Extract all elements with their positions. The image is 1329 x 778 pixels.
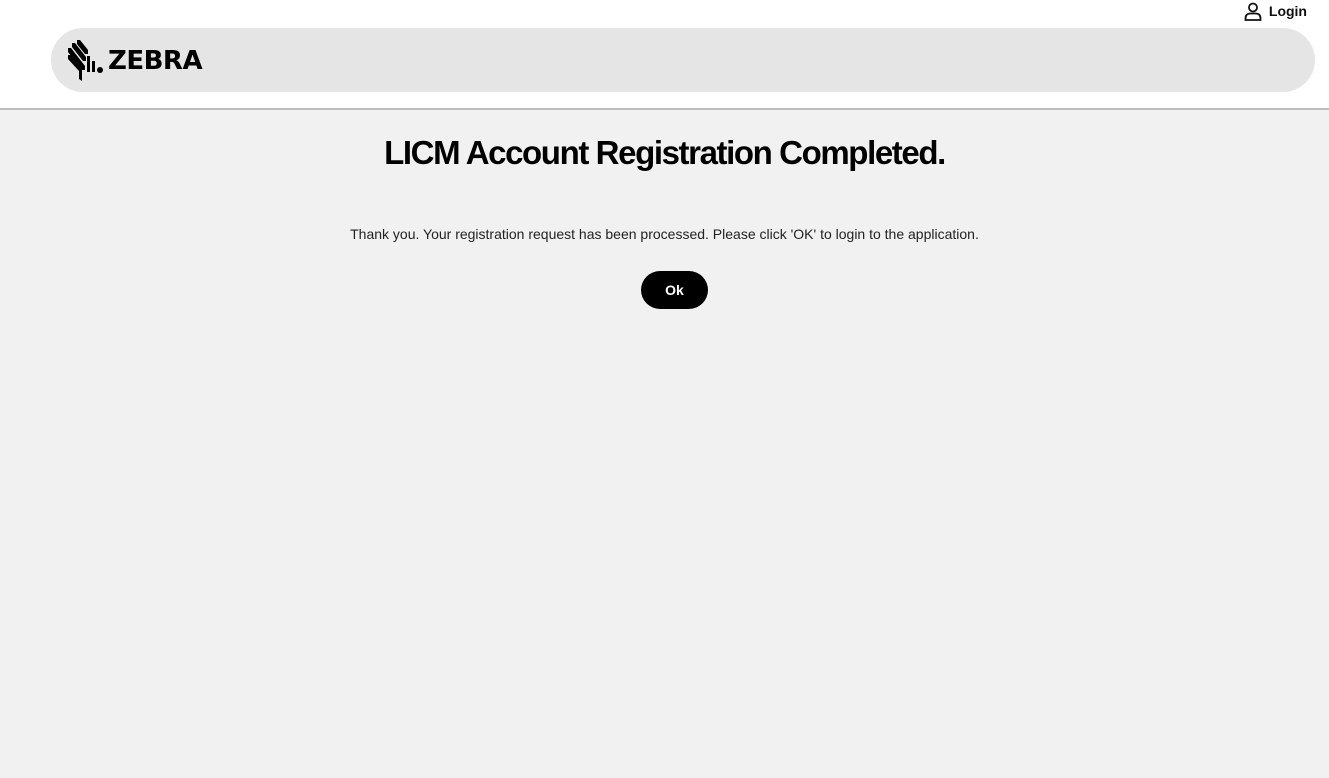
user-icon — [1243, 1, 1263, 21]
brand-name: ZEBRA — [108, 46, 203, 76]
header-bar: ZEBRA — [51, 28, 1315, 92]
ok-button[interactable]: Ok — [641, 271, 708, 309]
page-title: LICM Account Registration Completed. — [384, 134, 946, 171]
top-area: Login ZEBRA — [0, 0, 1329, 110]
confirmation-message: Thank you. Your registration request has… — [350, 226, 979, 242]
zebra-logo[interactable]: ZEBRA — [66, 38, 203, 82]
main-content: LICM Account Registration Completed. Tha… — [0, 110, 1329, 778]
login-link[interactable]: Login — [1243, 0, 1307, 22]
login-label: Login — [1268, 3, 1307, 19]
zebra-logo-icon — [66, 39, 104, 81]
